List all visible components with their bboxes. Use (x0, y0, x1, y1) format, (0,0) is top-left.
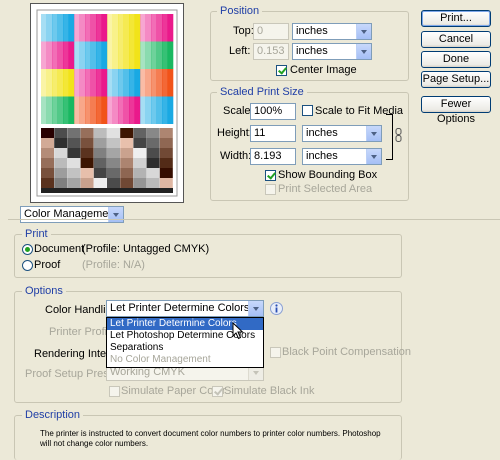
left-unit-select[interactable]: inches (292, 43, 372, 60)
top-field[interactable]: 0 (253, 23, 289, 40)
simulate-paper-label: Simulate Paper Color (121, 385, 226, 397)
constrain-bracket (386, 114, 393, 160)
width-label: Width: (220, 150, 252, 162)
dropdown-item-separations[interactable]: Separations (107, 342, 263, 354)
show-bbox-checkbox[interactable] (265, 170, 276, 181)
chevron-down-icon (366, 126, 381, 141)
top-label: Top: (233, 25, 254, 37)
center-image-label: Center Image (290, 64, 357, 76)
cancel-button[interactable]: Cancel (421, 31, 491, 48)
height-unit-value: inches (306, 127, 338, 139)
color-chart-preview (36, 9, 178, 197)
scale-field[interactable]: 100% (250, 103, 296, 120)
width-field[interactable]: 8.193 (250, 148, 296, 165)
scale-label: Scale: (223, 105, 254, 117)
print-group (14, 234, 402, 278)
description-text: The printer is instructed to convert doc… (40, 429, 381, 448)
document-radio[interactable] (22, 244, 33, 255)
link-chain-icon[interactable] (394, 128, 403, 142)
print-button[interactable]: Print... (421, 10, 491, 27)
simulate-black-checkbox[interactable] (212, 386, 223, 397)
scaled-title: Scaled Print Size (217, 86, 307, 98)
description-title: Description (22, 409, 84, 421)
document-profile: (Profile: Untagged CMYK) (82, 243, 210, 255)
print-selected-checkbox[interactable] (265, 184, 276, 195)
color-handling-select[interactable]: Let Printer Determine Colors (106, 300, 264, 317)
print-selected-label: Print Selected Area (278, 183, 373, 195)
simulate-black-label: Simulate Black Ink (224, 385, 315, 397)
simulate-paper-checkbox[interactable] (109, 386, 120, 397)
height-field[interactable]: 11 (250, 125, 296, 142)
height-label: Height: (217, 127, 252, 139)
scale-to-fit-checkbox[interactable] (302, 105, 313, 116)
fewer-options-button[interactable]: Fewer Options (421, 96, 491, 125)
show-bbox-label: Show Bounding Box (278, 169, 378, 181)
dropdown-item-no-color-management[interactable]: No Color Management (107, 354, 263, 366)
left-field[interactable]: 0.153 (253, 43, 289, 60)
width-unit-select[interactable]: inches (302, 148, 382, 165)
top-unit-select[interactable]: inches (292, 23, 372, 40)
width-unit-value: inches (306, 150, 338, 162)
print-preview (30, 3, 184, 203)
chevron-down-icon (248, 301, 263, 316)
center-image-checkbox[interactable] (276, 65, 287, 76)
chevron-down-icon (356, 44, 371, 59)
left-label: Left: (229, 45, 251, 57)
position-title: Position (217, 5, 263, 17)
mouse-cursor-icon (232, 322, 244, 340)
height-unit-select[interactable]: inches (302, 125, 382, 142)
document-label: Document (34, 243, 85, 255)
proof-label: Proof (34, 259, 61, 271)
options-title: Options (22, 285, 66, 297)
print-title: Print (22, 228, 51, 240)
proof-profile: (Profile: N/A) (82, 259, 145, 271)
top-unit-value: inches (296, 25, 328, 37)
color-handling-value: Let Printer Determine Colors (110, 302, 250, 314)
left-unit-value: inches (296, 45, 328, 57)
done-button[interactable]: Done (421, 51, 491, 68)
info-icon[interactable] (270, 302, 283, 315)
black-point-checkbox[interactable] (270, 347, 281, 358)
page-setup-button[interactable]: Page Setup... (421, 71, 491, 88)
chevron-down-icon (356, 24, 371, 39)
proof-radio[interactable] (22, 260, 33, 271)
black-point-label: Black Point Compensation (282, 346, 412, 358)
chevron-down-icon (366, 149, 381, 164)
